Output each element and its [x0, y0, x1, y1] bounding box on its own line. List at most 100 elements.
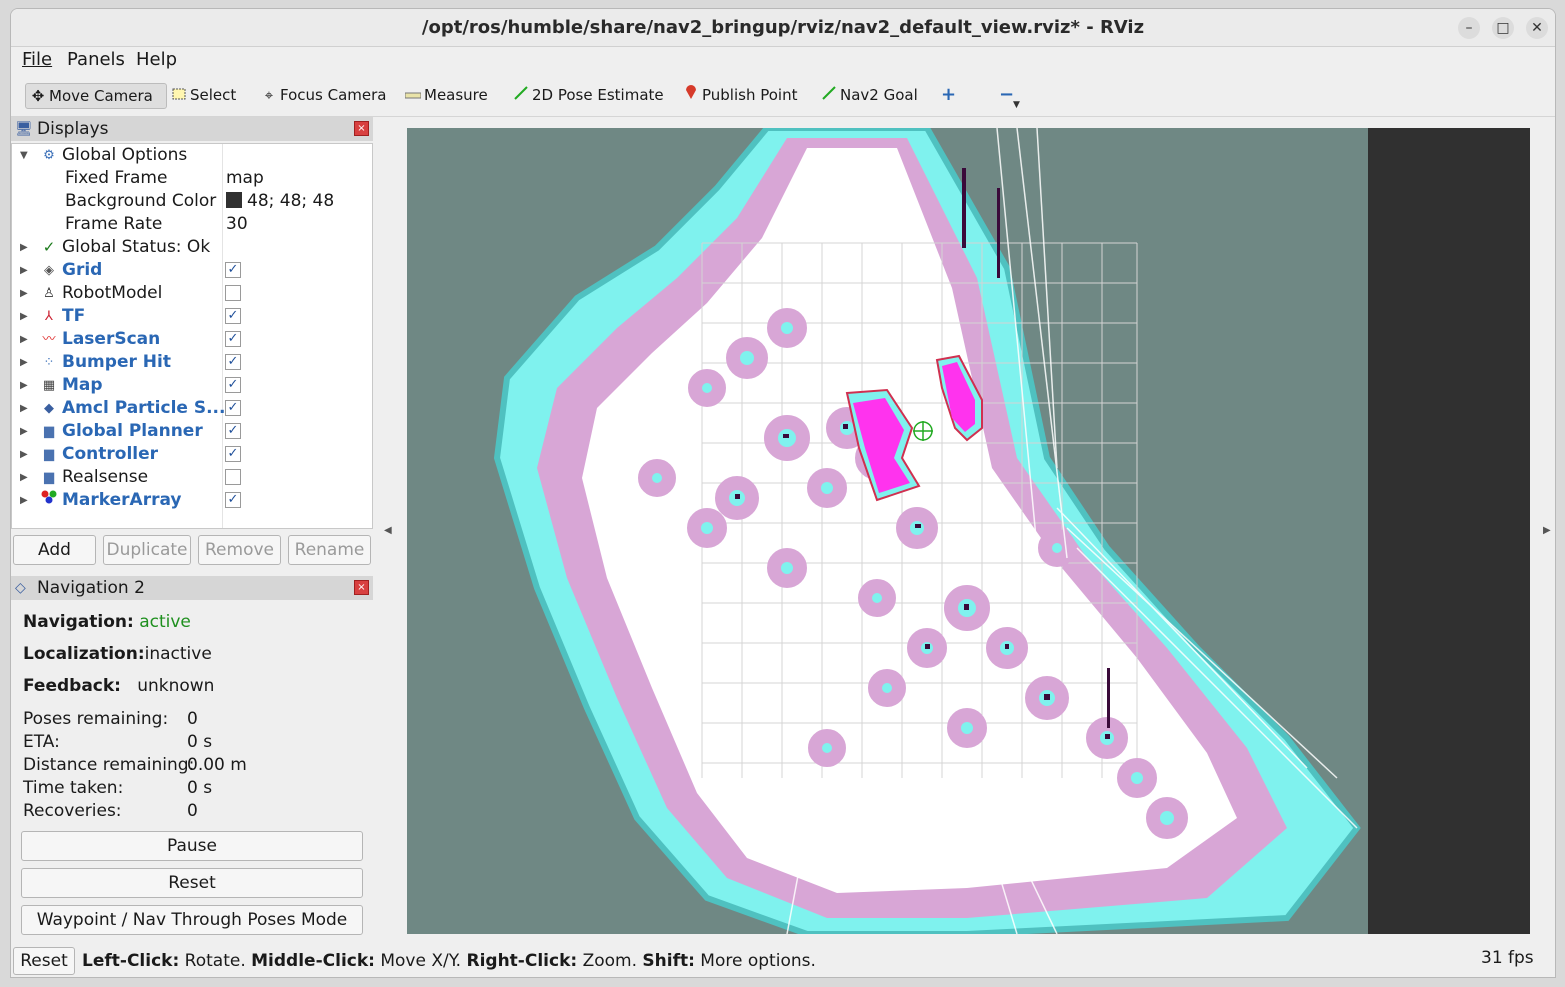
- expand-arrow-icon[interactable]: ▶: [20, 466, 28, 489]
- tf-icon: ⅄: [45, 309, 53, 324]
- check-icon: ✓: [42, 238, 56, 256]
- expand-arrow-icon[interactable]: ▶: [20, 282, 28, 305]
- expand-arrow-icon[interactable]: ▶: [20, 259, 28, 282]
- expand-arrow-icon[interactable]: ▶: [20, 397, 28, 420]
- folder-icon: ▆: [44, 470, 54, 485]
- window-title: /opt/ros/humble/share/nav2_bringup/rviz/…: [421, 17, 1145, 38]
- close-nav2-button[interactable]: ×: [354, 580, 369, 595]
- time-taken: Time taken: 0 s: [23, 778, 213, 798]
- distance-remaining: Distance remaining: 0.00 m: [23, 755, 247, 775]
- tree-row-amcl-particle[interactable]: ▶ ◆ Amcl Particle S... ✓: [12, 397, 372, 420]
- tree-row-grid[interactable]: ▶ ◈ Grid ✓: [12, 259, 372, 282]
- render-viewport[interactable]: [407, 128, 1530, 934]
- focus-camera-icon: ⌖: [264, 86, 274, 104]
- close-displays-button[interactable]: ×: [354, 121, 369, 136]
- tree-row-marker-array[interactable]: ▶ MarkerArray ✓: [12, 489, 372, 512]
- menu-help[interactable]: Help: [136, 49, 177, 70]
- grid-checkbox[interactable]: ✓: [225, 262, 241, 278]
- menu-panels[interactable]: Panels: [67, 49, 125, 70]
- remove-display-button[interactable]: Remove: [198, 535, 281, 565]
- nav2-goal-icon: [821, 83, 837, 107]
- collapse-right-icon[interactable]: ▶: [1543, 525, 1551, 536]
- expand-arrow-icon[interactable]: ▶: [20, 305, 28, 328]
- menu-file[interactable]: File: [22, 49, 52, 70]
- tool-move-camera[interactable]: ✥ Move Camera: [25, 83, 167, 109]
- global-planner-checkbox[interactable]: ✓: [225, 423, 241, 439]
- rviz-window: /opt/ros/humble/share/nav2_bringup/rviz/…: [10, 8, 1556, 978]
- select-icon: [171, 83, 187, 107]
- nav2-diamond-icon: ◇: [15, 580, 26, 596]
- pose-estimate-icon: [513, 83, 529, 107]
- reset-view-button[interactable]: Reset: [13, 947, 75, 975]
- tool-publish-point[interactable]: Publish Point: [679, 83, 797, 109]
- tree-row-global-options[interactable]: ▼ ⚙ Global Options: [12, 144, 372, 167]
- tree-row-global-status[interactable]: ▶ ✓ Global Status: Ok: [12, 236, 372, 259]
- tool-select[interactable]: Select: [167, 83, 236, 109]
- robot-model-checkbox[interactable]: [225, 285, 241, 301]
- background-color-value[interactable]: 48; 48; 48: [226, 190, 334, 213]
- map-render: [407, 128, 1530, 934]
- tool-measure[interactable]: Measure: [401, 83, 488, 109]
- waypoint-mode-button[interactable]: Waypoint / Nav Through Poses Mode: [21, 905, 363, 935]
- tree-row-robot-model[interactable]: ▶ ♙ RobotModel: [12, 282, 372, 305]
- menu-bar: File Panels Help: [11, 47, 1555, 73]
- tool-dropdown-icon[interactable]: ▼: [1009, 93, 1020, 119]
- pause-button[interactable]: Pause: [21, 831, 363, 861]
- expand-arrow-icon[interactable]: ▶: [20, 351, 28, 374]
- rename-display-button[interactable]: Rename: [288, 535, 371, 565]
- map-icon: ▦: [42, 378, 56, 393]
- laser-scan-checkbox[interactable]: ✓: [225, 331, 241, 347]
- gear-icon: ⚙: [43, 148, 55, 163]
- maximize-button[interactable]: □: [1492, 17, 1514, 39]
- reset-nav-button[interactable]: Reset: [21, 868, 363, 898]
- expand-arrow-icon[interactable]: ▼: [20, 144, 28, 167]
- status-help-text: Left-Click: Rotate. Middle-Click: Move X…: [82, 951, 816, 971]
- bumper-hit-checkbox[interactable]: ✓: [225, 354, 241, 370]
- tf-checkbox[interactable]: ✓: [225, 308, 241, 324]
- tree-row-background-color[interactable]: Background Color 48; 48; 48: [12, 190, 372, 213]
- controller-checkbox[interactable]: ✓: [225, 446, 241, 462]
- tree-row-frame-rate[interactable]: Frame Rate 30: [12, 213, 372, 236]
- tool-nav2-goal[interactable]: Nav2 Goal: [817, 83, 918, 109]
- displays-panel-header: 🖥 Displays ×: [11, 117, 373, 141]
- move-camera-icon: ✥: [31, 87, 45, 105]
- expand-arrow-icon[interactable]: ▶: [20, 236, 28, 259]
- close-window-button[interactable]: ✕: [1526, 17, 1548, 39]
- collapse-left-icon[interactable]: ◀: [384, 525, 392, 536]
- expand-arrow-icon[interactable]: ▶: [20, 328, 28, 351]
- add-tool-icon[interactable]: +: [937, 83, 956, 109]
- tree-row-controller[interactable]: ▶ ▆ Controller ✓: [12, 443, 372, 466]
- fixed-frame-value[interactable]: map: [226, 167, 264, 190]
- minimize-button[interactable]: –: [1458, 17, 1480, 39]
- laser-scan-icon: 〰: [42, 332, 56, 347]
- publish-point-icon: [683, 83, 699, 107]
- tree-row-tf[interactable]: ▶ ⅄ TF ✓: [12, 305, 372, 328]
- robot-model-icon: ♙: [43, 286, 55, 301]
- marker-array-checkbox[interactable]: ✓: [225, 492, 241, 508]
- tool-2d-pose-estimate[interactable]: 2D Pose Estimate: [509, 83, 664, 109]
- tree-row-laser-scan[interactable]: ▶ 〰 LaserScan ✓: [12, 328, 372, 351]
- tree-row-global-planner[interactable]: ▶ ▆ Global Planner ✓: [12, 420, 372, 443]
- title-bar: /opt/ros/humble/share/nav2_bringup/rviz/…: [11, 9, 1555, 47]
- realsense-checkbox[interactable]: [225, 469, 241, 485]
- duplicate-display-button[interactable]: Duplicate: [103, 535, 191, 565]
- add-display-button[interactable]: Add: [13, 535, 96, 565]
- tool-focus-camera[interactable]: ⌖ Focus Camera: [257, 83, 387, 109]
- expand-arrow-icon[interactable]: ▶: [20, 374, 28, 397]
- recoveries: Recoveries: 0: [23, 801, 198, 821]
- tree-row-fixed-frame[interactable]: Fixed Frame map: [12, 167, 372, 190]
- grid-icon: ◈: [44, 263, 54, 278]
- tree-row-realsense[interactable]: ▶ ▆ Realsense: [12, 466, 372, 489]
- frame-rate-value[interactable]: 30: [226, 213, 248, 236]
- feedback-status: Feedback: unknown: [23, 676, 215, 696]
- tree-row-bumper-hit[interactable]: ▶ ⁘ Bumper Hit ✓: [12, 351, 372, 374]
- expand-arrow-icon[interactable]: ▶: [20, 489, 28, 512]
- status-bar: Reset Left-Click: Rotate. Middle-Click: …: [11, 947, 1555, 977]
- amcl-particle-checkbox[interactable]: ✓: [225, 400, 241, 416]
- map-checkbox[interactable]: ✓: [225, 377, 241, 393]
- measure-icon: [404, 83, 422, 107]
- expand-arrow-icon[interactable]: ▶: [20, 443, 28, 466]
- tree-row-map[interactable]: ▶ ▦ Map ✓: [12, 374, 372, 397]
- navigation-status: Navigation: active: [23, 612, 191, 632]
- expand-arrow-icon[interactable]: ▶: [20, 420, 28, 443]
